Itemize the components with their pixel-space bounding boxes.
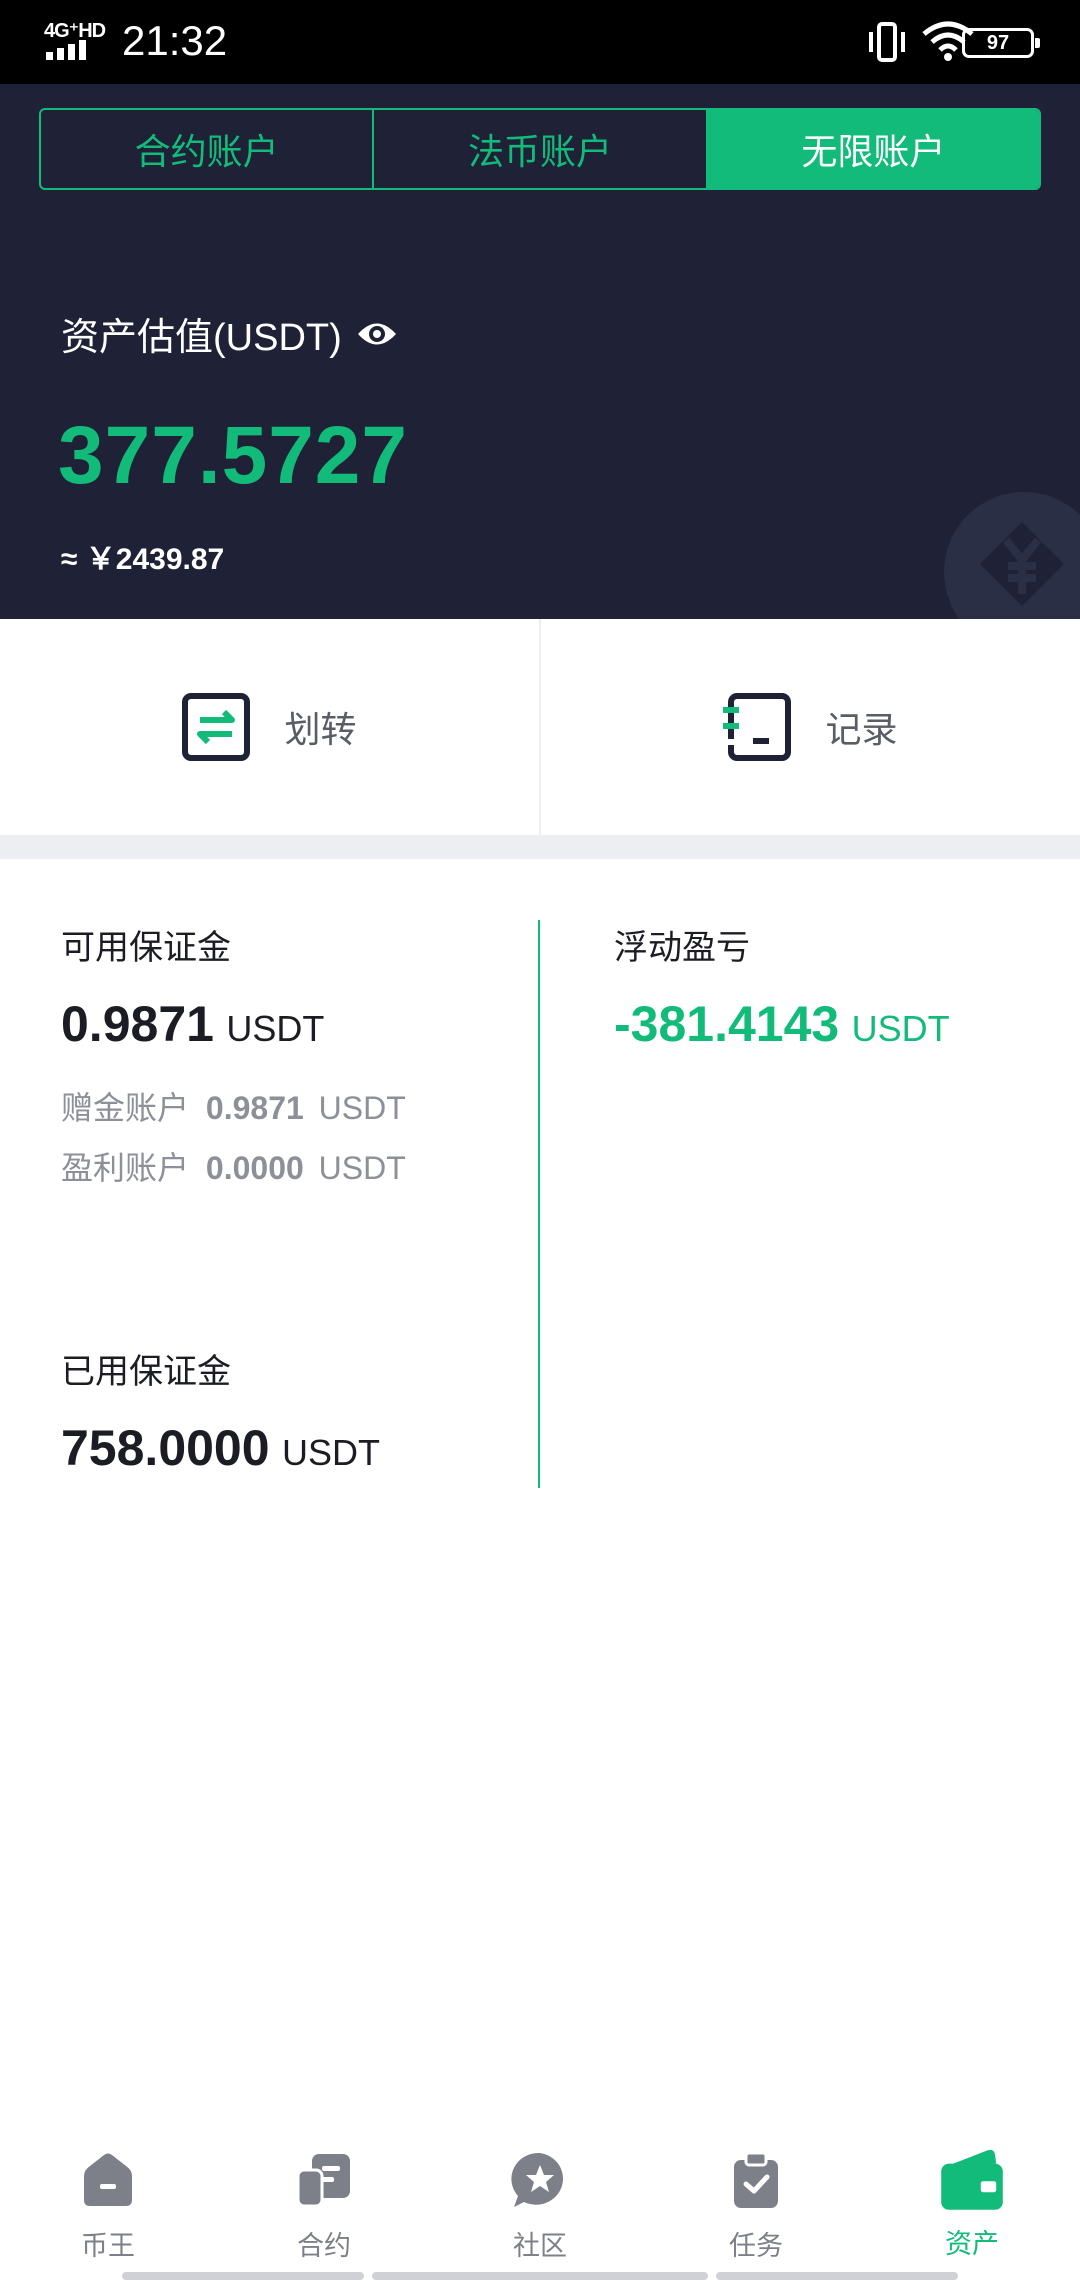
gesture-bar-segment bbox=[372, 2272, 708, 2280]
bonus-account-value: 0.9871 bbox=[205, 1090, 304, 1126]
tab-contract-account[interactable]: 合约账户 bbox=[41, 110, 375, 188]
nav-label-task: 任务 bbox=[729, 2231, 783, 2261]
assets-page: 4G⁺HD 21:32 97 合约账户 法币账户 无限账户 资产估值(USDT)… bbox=[0, 0, 1080, 2280]
used-margin-unit: USDT bbox=[282, 1432, 380, 1473]
signal-icon: 4G⁺HD bbox=[44, 18, 108, 62]
transfer-icon bbox=[182, 693, 251, 761]
nav-item-assets[interactable]: 资产 bbox=[864, 2130, 1080, 2280]
wallet-icon bbox=[941, 2149, 1003, 2210]
nav-label-assets: 资产 bbox=[945, 2229, 999, 2259]
transfer-button[interactable]: 划转 bbox=[0, 619, 541, 835]
battery-indicator: 97 bbox=[962, 28, 1040, 58]
action-bar: 划转 记录 bbox=[0, 619, 1080, 835]
records-label: 记录 bbox=[825, 709, 898, 750]
status-bar: 4G⁺HD 21:32 97 bbox=[0, 0, 1080, 84]
floating-pnl-amount: -381.4143 USDT bbox=[614, 995, 1054, 1053]
nav-item-community[interactable]: 社区 bbox=[432, 2130, 648, 2280]
available-margin-amount: 0.9871 USDT bbox=[61, 995, 521, 1053]
used-margin-value: 758.0000 bbox=[61, 1420, 270, 1476]
nav-label-home: 币王 bbox=[81, 2231, 135, 2261]
floating-pnl-section: 浮动盈亏 -381.4143 USDT bbox=[614, 920, 1054, 1053]
available-margin-unit: USDT bbox=[226, 1008, 325, 1049]
vibrate-icon bbox=[869, 22, 905, 62]
profit-account-row: 盈利账户 0.0000 USDT bbox=[61, 1143, 521, 1189]
profit-account-value: 0.0000 bbox=[205, 1150, 304, 1186]
contract-icon bbox=[296, 2154, 350, 2208]
yuan-watermark-icon bbox=[944, 492, 1080, 619]
gesture-bar-segment bbox=[122, 2272, 364, 2280]
asset-label-text: 资产估值(USDT) bbox=[61, 317, 342, 359]
asset-cny-value: ≈ ￥2439.87 bbox=[61, 543, 225, 576]
asset-value: 377.5727 bbox=[58, 410, 409, 501]
used-margin-amount: 758.0000 USDT bbox=[61, 1419, 521, 1477]
network-type: 4G⁺HD bbox=[44, 20, 106, 42]
profit-account-label: 盈利账户 bbox=[61, 1150, 190, 1186]
clock: 21:32 bbox=[122, 17, 228, 64]
eye-icon[interactable] bbox=[356, 319, 398, 349]
used-margin-section: 已用保证金 758.0000 USDT bbox=[61, 1344, 521, 1477]
bonus-account-row: 赠金账户 0.9871 USDT bbox=[61, 1083, 521, 1129]
nav-item-task[interactable]: 任务 bbox=[648, 2130, 864, 2280]
nav-label-community: 社区 bbox=[513, 2231, 567, 2261]
profit-account-unit: USDT bbox=[318, 1150, 406, 1186]
nav-item-contract[interactable]: 合约 bbox=[216, 2130, 432, 2280]
asset-header: 合约账户 法币账户 无限账户 资产估值(USDT) 377.5727 ≈ ￥24… bbox=[0, 84, 1080, 619]
floating-pnl-label: 浮动盈亏 bbox=[614, 929, 750, 967]
available-margin-value: 0.9871 bbox=[61, 996, 214, 1052]
records-icon bbox=[723, 693, 792, 761]
asset-valuation-label: 资产估值(USDT) bbox=[61, 306, 398, 361]
bonus-account-unit: USDT bbox=[318, 1090, 406, 1126]
floating-pnl-unit: USDT bbox=[851, 1008, 950, 1049]
used-margin-label: 已用保证金 bbox=[61, 1353, 231, 1391]
available-margin-section: 可用保证金 0.9871 USDT 赠金账户 0.9871 USDT 盈利账户 … bbox=[61, 920, 521, 1189]
home-icon bbox=[84, 2153, 132, 2206]
account-tabs: 合约账户 法币账户 无限账户 bbox=[39, 108, 1041, 190]
community-icon bbox=[511, 2152, 564, 2207]
nav-label-contract: 合约 bbox=[297, 2231, 351, 2261]
column-divider bbox=[538, 920, 540, 1488]
available-margin-label: 可用保证金 bbox=[61, 929, 231, 967]
bottom-navigation: 币王 合约 社区 任务 资产 bbox=[0, 2130, 1080, 2280]
transfer-label: 划转 bbox=[284, 709, 357, 750]
nav-item-home[interactable]: 币王 bbox=[0, 2130, 216, 2280]
section-separator bbox=[0, 835, 1080, 859]
tab-unlimited-account[interactable]: 无限账户 bbox=[707, 110, 1039, 188]
records-button[interactable]: 记录 bbox=[541, 619, 1080, 835]
task-icon bbox=[734, 2151, 778, 2208]
floating-pnl-value: -381.4143 bbox=[614, 996, 840, 1052]
gesture-bar-segment bbox=[716, 2272, 958, 2280]
tab-fiat-account[interactable]: 法币账户 bbox=[374, 110, 708, 188]
bonus-account-label: 赠金账户 bbox=[61, 1090, 190, 1126]
